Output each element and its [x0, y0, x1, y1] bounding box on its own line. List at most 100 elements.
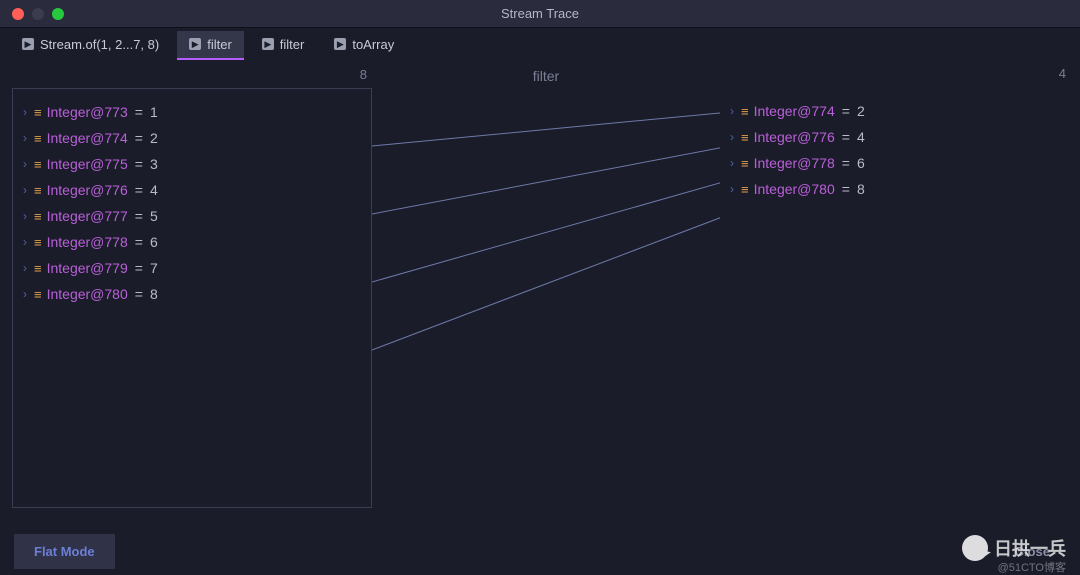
mapping-line — [372, 180, 720, 282]
object-value: 4 — [857, 130, 865, 144]
chevron-right-icon: › — [730, 131, 734, 143]
chevron-right-icon: › — [23, 158, 27, 170]
object-ref: Integer@774 — [47, 131, 128, 145]
tab-step-1[interactable]: ▶ filter — [177, 31, 244, 60]
object-ref: Integer@779 — [47, 261, 128, 275]
equals-sign: = — [135, 157, 143, 171]
tab-label: Stream.of(1, 2...7, 8) — [40, 37, 159, 52]
chevron-right-icon: › — [730, 157, 734, 169]
chevron-right-icon: › — [23, 210, 27, 222]
object-icon: ≡ — [34, 106, 40, 119]
chevron-right-icon: › — [730, 183, 734, 195]
left-row[interactable]: ›≡Integer@776=4 — [13, 177, 371, 203]
object-value: 5 — [150, 209, 158, 223]
object-icon: ≡ — [34, 158, 40, 171]
chevron-right-icon: › — [23, 106, 27, 118]
chevron-right-icon: › — [23, 236, 27, 248]
object-value: 2 — [150, 131, 158, 145]
left-row[interactable]: ›≡Integer@775=3 — [13, 151, 371, 177]
right-row[interactable]: › ≡ Integer@776 = 4 — [720, 124, 1070, 150]
object-ref: Integer@776 — [754, 130, 835, 144]
equals-sign: = — [842, 156, 850, 170]
play-icon: ▶ — [189, 38, 201, 50]
object-value: 8 — [150, 287, 158, 301]
input-pane: 8 › ≡ Integer@773 = 1 › ≡ Integer@774 = 2 › ≡ Intege… — [12, 88, 372, 508]
right-row[interactable]: › ≡ Integer@780 = 8 — [720, 176, 1070, 202]
mapping-line — [372, 146, 720, 214]
footer: Flat Mode Close — [0, 527, 1080, 575]
object-icon: ≡ — [741, 157, 747, 170]
window-maximize-button[interactable] — [52, 8, 64, 20]
object-icon: ≡ — [34, 184, 40, 197]
left-row[interactable]: › ≡ Integer@777 = 5 — [13, 203, 371, 229]
input-count: 8 — [360, 67, 367, 82]
play-icon: ▶ — [22, 38, 34, 50]
chevron-right-icon: › — [730, 105, 734, 117]
titlebar: Stream Trace — [0, 0, 1080, 28]
equals-sign: = — [135, 235, 143, 249]
object-ref: Integer@773 — [47, 105, 128, 119]
trace-content: 8 › ≡ Integer@773 = 1 › ≡ Integer@774 = 2 › ≡ Intege… — [0, 62, 1080, 525]
equals-sign: = — [135, 287, 143, 301]
object-ref: Integer@776 — [47, 183, 128, 197]
object-value: 6 — [150, 235, 158, 249]
tab-label: filter — [207, 37, 232, 52]
object-value: 3 — [150, 157, 158, 171]
object-icon: ≡ — [741, 131, 747, 144]
mapping-pane: filter — [372, 62, 720, 525]
chevron-right-icon: › — [23, 184, 27, 196]
tab-step-0[interactable]: ▶ Stream.of(1, 2...7, 8) — [10, 31, 171, 60]
tab-label: toArray — [352, 37, 394, 52]
tab-label: filter — [280, 37, 305, 52]
object-ref: Integer@774 — [754, 104, 835, 118]
object-ref: Integer@780 — [47, 287, 128, 301]
step-tab-bar: ▶ Stream.of(1, 2...7, 8) ▶ filter ▶ filter ▶ to… — [0, 28, 1080, 62]
left-row[interactable]: › ≡ Integer@773 = 1 — [13, 99, 371, 125]
play-icon: ▶ — [262, 38, 274, 50]
object-value: 8 — [857, 182, 865, 196]
left-row[interactable]: › ≡ Integer@778 = 6 — [13, 229, 371, 255]
chevron-right-icon: › — [23, 262, 27, 274]
close-button[interactable]: Close — [999, 534, 1066, 569]
equals-sign: = — [135, 183, 143, 197]
equals-sign: = — [135, 261, 143, 275]
equals-sign: = — [135, 209, 143, 223]
output-pane: 4 ›≡Integer@774=2›≡Integer@776=4›≡Intege… — [720, 88, 1070, 508]
object-icon: ≡ — [34, 132, 40, 145]
equals-sign: = — [135, 105, 143, 119]
output-count: 4 — [1059, 66, 1066, 81]
object-ref: Integer@777 — [47, 209, 128, 223]
object-icon: ≡ — [34, 236, 40, 249]
left-row[interactable]: › ≡ Integer@779 = 7 — [13, 255, 371, 281]
equals-sign: = — [842, 130, 850, 144]
object-value: 6 — [857, 156, 865, 170]
left-row[interactable]: ›≡Integer@774=2 — [13, 125, 371, 151]
object-value: 2 — [857, 104, 865, 118]
mapping-lines — [372, 62, 720, 525]
chevron-right-icon: › — [23, 132, 27, 144]
object-icon: ≡ — [34, 210, 40, 223]
object-icon: ≡ — [34, 288, 40, 301]
right-row[interactable]: › ≡ Integer@778 = 6 — [720, 150, 1070, 176]
object-ref: Integer@780 — [754, 182, 835, 196]
object-ref: Integer@778 — [754, 156, 835, 170]
traffic-lights — [0, 8, 64, 20]
window-minimize-button[interactable] — [32, 8, 44, 20]
right-row[interactable]: ›≡Integer@774=2 — [720, 98, 1070, 124]
mapping-line — [372, 214, 720, 350]
object-value: 7 — [150, 261, 158, 275]
left-row[interactable]: ›≡Integer@780=8 — [13, 281, 371, 307]
tab-step-3[interactable]: ▶ toArray — [322, 31, 406, 60]
equals-sign: = — [842, 104, 850, 118]
object-value: 1 — [150, 105, 158, 119]
window-title: Stream Trace — [0, 6, 1080, 21]
window-close-button[interactable] — [12, 8, 24, 20]
mapping-line — [372, 112, 720, 146]
tab-step-2[interactable]: ▶ filter — [250, 31, 317, 60]
object-ref: Integer@778 — [47, 235, 128, 249]
play-icon: ▶ — [334, 38, 346, 50]
object-icon: ≡ — [34, 262, 40, 275]
object-icon: ≡ — [741, 183, 747, 196]
flat-mode-button[interactable]: Flat Mode — [14, 534, 115, 569]
equals-sign: = — [842, 182, 850, 196]
